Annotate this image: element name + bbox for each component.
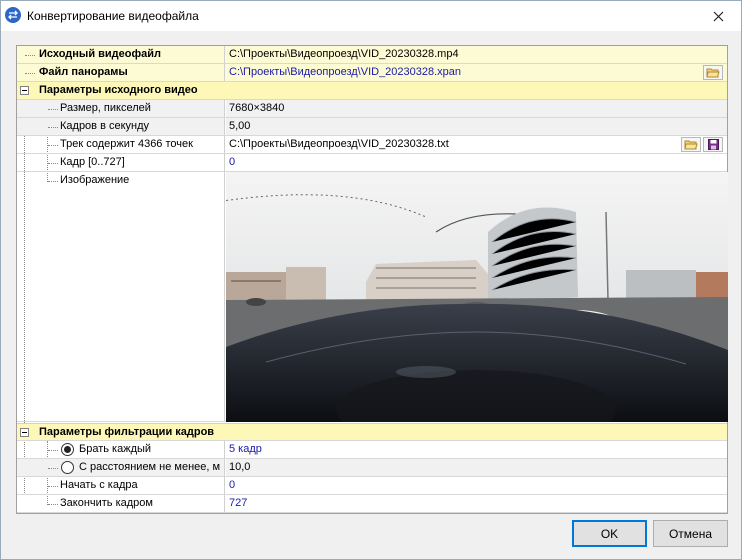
distance-radio[interactable] xyxy=(61,461,74,474)
size-value: 7680×3840 xyxy=(229,102,285,114)
source-file-label: Исходный видеофайл xyxy=(39,48,161,60)
row-frame[interactable]: Кадр [0..727] 0 xyxy=(17,154,727,172)
folder-open-icon xyxy=(706,68,720,78)
filter-params-label: Параметры фильтрации кадров xyxy=(39,426,215,438)
tree-branch xyxy=(48,163,58,164)
distance-name-cell: С расстоянием не менее, м xyxy=(17,459,225,476)
end-frame-value: 727 xyxy=(229,497,248,509)
every-frame-radio[interactable] xyxy=(61,443,74,456)
track-value: C:\Проекты\Видеопроезд\VID_20230328.txt xyxy=(229,138,449,150)
title-bar: Конвертирование видеофайла xyxy=(1,1,741,31)
collapse-icon[interactable] xyxy=(20,428,29,437)
panorama-file-label: Файл панорамы xyxy=(39,66,128,78)
video-convert-icon xyxy=(5,7,21,23)
panorama-file-value-cell[interactable]: C:\Проекты\Видеопроезд\VID_20230328.xpan xyxy=(226,64,727,81)
panorama-browse-button[interactable] xyxy=(703,65,723,80)
frame-name-cell: Кадр [0..727] xyxy=(17,154,225,171)
source-file-value: C:\Проекты\Видеопроезд\VID_20230328.mp4 xyxy=(229,48,459,60)
start-frame-value-cell[interactable]: 0 xyxy=(226,477,727,494)
source-file-value-cell[interactable]: C:\Проекты\Видеопроезд\VID_20230328.mp4 xyxy=(226,46,727,63)
save-icon xyxy=(707,139,719,150)
track-label: Трек содержит 4366 точек xyxy=(60,138,193,150)
row-fps[interactable]: Кадров в секунду 5,00 xyxy=(17,118,727,136)
row-every-frame[interactable]: Брать каждый 5 кадр xyxy=(17,441,727,459)
every-frame-value-cell[interactable]: 5 кадр xyxy=(226,441,727,458)
panorama-file-value: C:\Проекты\Видеопроезд\VID_20230328.xpan xyxy=(229,66,462,78)
every-frame-label: Брать каждый xyxy=(79,443,152,455)
tree-branch xyxy=(48,450,58,451)
tree-branch xyxy=(48,504,58,505)
track-name-cell: Трек содержит 4366 точек xyxy=(17,136,225,153)
track-value-cell[interactable]: C:\Проекты\Видеопроезд\VID_20230328.txt xyxy=(226,136,727,153)
every-name-cell: Брать каждый xyxy=(17,441,225,458)
track-browse-button[interactable] xyxy=(681,137,701,152)
window-title: Конвертирование видеофайла xyxy=(27,9,199,23)
distance-value: 10,0 xyxy=(229,461,251,473)
fps-name-cell: Кадров в секунду xyxy=(17,118,225,135)
size-name-cell: Размер, пикселей xyxy=(17,100,225,117)
close-icon xyxy=(713,11,723,21)
size-label: Размер, пикселей xyxy=(60,102,151,114)
category-source-params[interactable]: Параметры исходного видео xyxy=(17,82,727,100)
distance-label: С расстоянием не менее, м xyxy=(79,461,221,473)
fps-value: 5,00 xyxy=(229,120,251,132)
tree-branch xyxy=(48,109,58,110)
start-frame-label: Начать с кадра xyxy=(60,479,138,491)
folder-open-icon xyxy=(684,140,698,150)
ok-button[interactable]: OK xyxy=(572,520,647,547)
source-file-name-cell: Исходный видеофайл xyxy=(17,46,225,63)
row-source-file[interactable]: Исходный видеофайл C:\Проекты\Видеопроез… xyxy=(17,46,727,64)
frame-label: Кадр [0..727] xyxy=(60,156,125,168)
distance-value-cell[interactable]: 10,0 xyxy=(226,459,727,476)
collapse-icon[interactable] xyxy=(20,86,29,95)
fps-label: Кадров в секунду xyxy=(60,120,150,132)
image-name-cell: Изображение xyxy=(17,172,225,421)
every-frame-value: 5 кадр xyxy=(229,443,262,455)
row-end-frame[interactable]: Закончить кадром 727 xyxy=(17,495,727,513)
start-name-cell: Начать с кадра xyxy=(17,477,225,494)
image-label: Изображение xyxy=(60,174,130,186)
tree-branch xyxy=(25,73,35,74)
tree-branch xyxy=(25,55,35,56)
row-size[interactable]: Размер, пикселей 7680×3840 xyxy=(17,100,727,118)
frame-value: 0 xyxy=(229,156,236,168)
tree-branch xyxy=(48,486,58,487)
tree-branch xyxy=(48,468,58,469)
end-frame-label: Закончить кадром xyxy=(60,497,153,509)
end-frame-value-cell[interactable]: 727 xyxy=(226,495,727,512)
size-value-cell: 7680×3840 xyxy=(226,100,727,117)
end-name-cell: Закончить кадром xyxy=(17,495,225,512)
tree-branch xyxy=(48,145,58,146)
panorama-preview-image xyxy=(226,172,728,422)
close-button[interactable] xyxy=(695,1,741,31)
category-filter-params[interactable]: Параметры фильтрации кадров xyxy=(17,423,727,441)
property-grid: Исходный видеофайл C:\Проекты\Видеопроез… xyxy=(16,45,728,514)
row-panorama-file[interactable]: Файл панорамы C:\Проекты\Видеопроезд\VID… xyxy=(17,64,727,82)
track-save-button[interactable] xyxy=(703,137,723,152)
row-track[interactable]: Трек содержит 4366 точек C:\Проекты\Виде… xyxy=(17,136,727,154)
start-frame-value: 0 xyxy=(229,479,236,491)
frame-value-cell[interactable]: 0 xyxy=(226,154,727,171)
convert-video-dialog: Конвертирование видеофайла Исходный виде… xyxy=(0,0,742,560)
panorama-file-name-cell: Файл панорамы xyxy=(17,64,225,81)
source-params-label: Параметры исходного видео xyxy=(39,84,198,96)
row-start-frame[interactable]: Начать с кадра 0 xyxy=(17,477,727,495)
fps-value-cell: 5,00 xyxy=(226,118,727,135)
tree-branch xyxy=(48,127,58,128)
cancel-button[interactable]: Отмена xyxy=(653,520,728,547)
tree-branch xyxy=(48,181,58,182)
row-distance[interactable]: С расстоянием не менее, м 10,0 xyxy=(17,459,727,477)
